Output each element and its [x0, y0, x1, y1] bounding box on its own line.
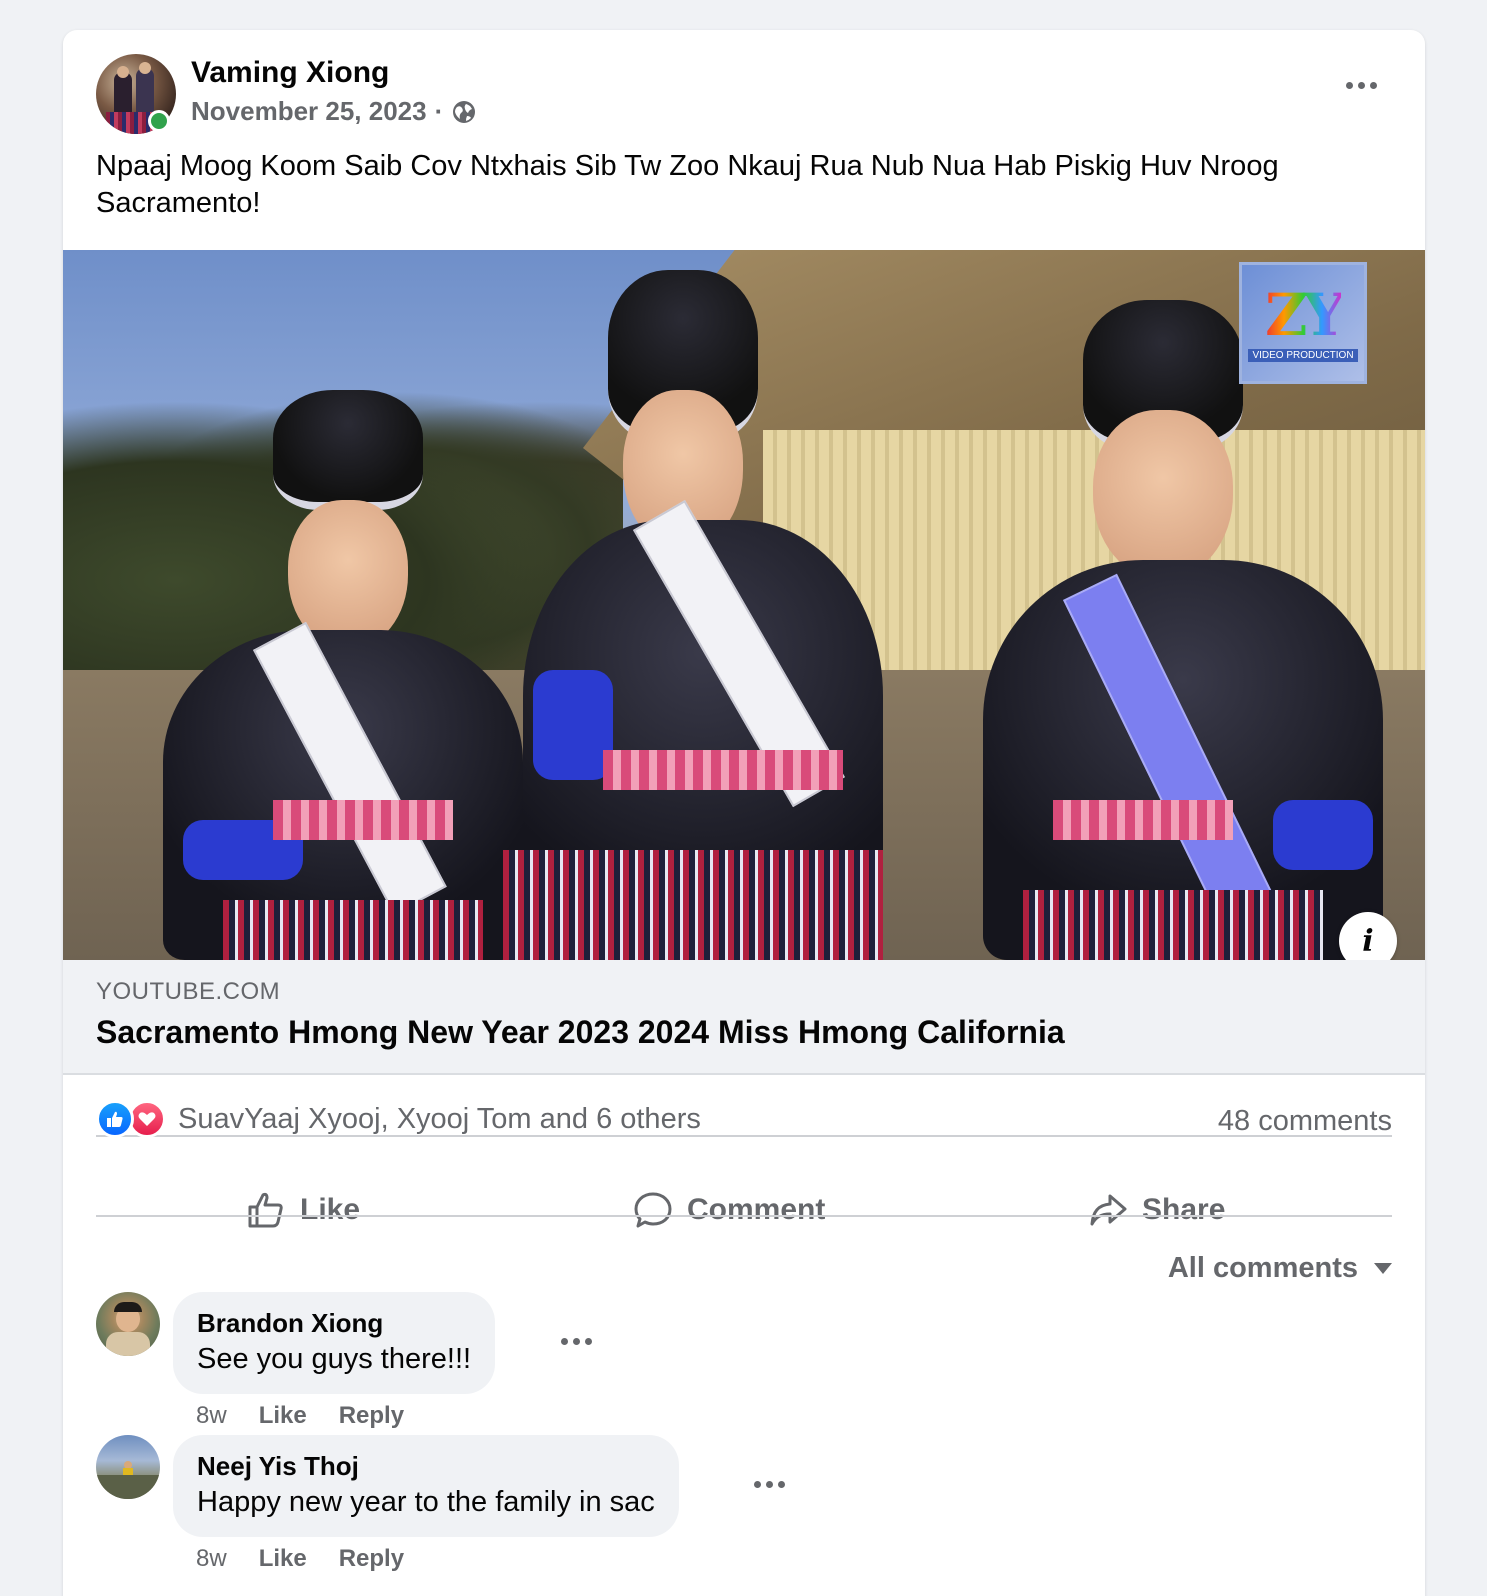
comment-meta: 8w Like Reply	[196, 1402, 404, 1430]
caret-down-icon	[1374, 1263, 1392, 1274]
comment-like-button[interactable]: Like	[259, 1402, 307, 1430]
comment-count[interactable]: 48 comments	[1218, 1105, 1392, 1138]
like-label: Like	[300, 1193, 361, 1226]
comment-reply-button[interactable]: Reply	[339, 1402, 404, 1430]
comment-more-options-icon[interactable]	[561, 1338, 592, 1345]
comment-bubble: Neej Yis Thoj Happy new year to the fami…	[173, 1435, 679, 1537]
divider-bottom	[96, 1215, 1392, 1217]
comment-meta: 8w Like Reply	[196, 1545, 404, 1573]
commenter-avatar[interactable]	[96, 1292, 160, 1356]
link-preview[interactable]: YOUTUBE.COM Sacramento Hmong New Year 20…	[63, 960, 1425, 1075]
post-more-options-icon[interactable]	[1346, 82, 1377, 89]
comment-bubble-icon	[634, 1192, 672, 1228]
like-reaction-icon	[96, 1100, 134, 1138]
person-left	[123, 370, 523, 960]
link-title[interactable]: Sacramento Hmong New Year 2023 2024 Miss…	[96, 1014, 1065, 1051]
share-button[interactable]: Share	[1088, 1185, 1225, 1235]
like-button[interactable]: Like	[246, 1185, 360, 1235]
comment-reply-button[interactable]: Reply	[339, 1545, 404, 1573]
reactions-summary[interactable]: SuavYaaj Xyooj, Xyooj Tom and 6 others	[96, 1100, 701, 1138]
share-label: Share	[1142, 1193, 1226, 1226]
thumbs-up-icon	[248, 1192, 283, 1228]
online-status-dot	[148, 110, 170, 132]
comment-bubble: Brandon Xiong See you guys there!!!	[173, 1292, 496, 1394]
comments-filter-label: All comments	[1167, 1252, 1358, 1284]
video-watermark: ZY VIDEO PRODUCTION	[1239, 262, 1367, 384]
commenter-avatar[interactable]	[96, 1435, 160, 1499]
comment-more-options-icon[interactable]	[754, 1481, 785, 1488]
post-meta: November 25, 2023 ·	[191, 96, 477, 127]
post-date[interactable]: November 25, 2023	[191, 96, 427, 127]
comment-time[interactable]: 8w	[196, 1402, 227, 1430]
commenter-name[interactable]: Neej Yis Thoj	[197, 1449, 655, 1483]
post-text: Npaaj Moog Koom Saib Cov Ntxhais Sib Tw …	[96, 150, 1279, 219]
comment-like-button[interactable]: Like	[259, 1545, 307, 1573]
share-arrow-icon	[1090, 1194, 1127, 1226]
reaction-names[interactable]: SuavYaaj Xyooj, Xyooj Tom and 6 others	[178, 1103, 701, 1136]
post-card: Vaming Xiong November 25, 2023 · Npaaj M…	[63, 30, 1425, 1596]
person-middle	[503, 250, 883, 960]
meta-separator: ·	[434, 96, 444, 126]
comment-time[interactable]: 8w	[196, 1545, 227, 1573]
commenter-name[interactable]: Brandon Xiong	[197, 1306, 471, 1340]
comments-filter-dropdown[interactable]: All comments	[1168, 1252, 1392, 1285]
comment-text: See you guys there!!!	[197, 1343, 472, 1375]
comment-text: Happy new year to the family in sac	[197, 1486, 655, 1518]
globe-icon[interactable]	[451, 99, 477, 125]
author-name[interactable]: Vaming Xiong	[191, 56, 389, 90]
link-domain: YOUTUBE.COM	[96, 978, 281, 1005]
divider-top	[96, 1135, 1392, 1137]
video-thumbnail[interactable]: ZY VIDEO PRODUCTION	[63, 250, 1425, 960]
comment-button[interactable]: Comment	[633, 1185, 825, 1235]
comment-label: Comment	[687, 1193, 826, 1226]
